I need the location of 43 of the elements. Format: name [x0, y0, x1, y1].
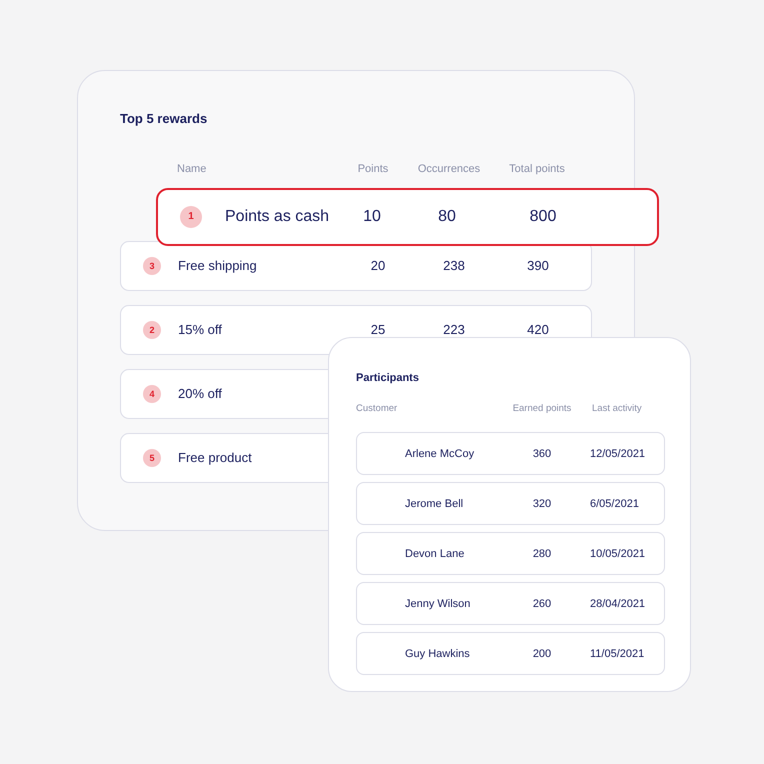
earned-points-cell-text: 360	[532, 446, 552, 460]
reward-name: 20% off	[178, 386, 223, 402]
reward-name: Free product	[178, 450, 253, 466]
rank-badge: 3	[143, 257, 161, 275]
reward-name: Points as cash	[225, 209, 330, 225]
total-points-cell-text: 390	[526, 258, 550, 274]
customer-name: Jerome Bell	[405, 496, 464, 510]
points-cell-text: 10	[362, 209, 382, 225]
rank-badge: 1	[180, 206, 202, 228]
column-header: Total points	[509, 163, 565, 175]
customer-name: Arlene McCoy	[405, 446, 476, 460]
earned-points-cell-text: 200	[532, 646, 552, 660]
earned-points-cell-text: 320	[532, 496, 552, 510]
column-header: Customer	[356, 403, 398, 414]
column-header: Earned points	[512, 403, 572, 414]
column-header: Last activity	[592, 403, 642, 414]
last-activity-cell: 6/05/2021	[590, 496, 639, 510]
card-title: Top 5 rewards	[120, 111, 208, 127]
customer-name: Jenny Wilson	[405, 596, 472, 610]
card-title: Participants	[356, 371, 419, 385]
occurrences-cell-text: 80	[437, 209, 457, 225]
points-cell-text: 25	[370, 322, 386, 338]
occurrences-cell-text: 223	[442, 322, 466, 338]
column-header: Points	[358, 163, 388, 175]
occurrences-cell-text: 238	[442, 258, 466, 274]
column-header: Name	[177, 163, 206, 175]
rank-badge: 4	[143, 385, 161, 403]
last-activity-cell: 11/05/2021	[590, 646, 644, 660]
points-cell-text: 20	[370, 258, 386, 274]
last-activity-cell: 10/05/2021	[590, 546, 646, 560]
rank-badge: 2	[143, 321, 161, 339]
reward-name: Free shipping	[178, 258, 258, 274]
last-activity-cell: 12/05/2021	[590, 446, 646, 460]
last-activity-cell: 28/04/2021	[590, 596, 646, 610]
earned-points-cell-text: 280	[532, 546, 552, 560]
column-header: Occurrences	[418, 163, 480, 175]
customer-name: Guy Hawkins	[405, 646, 471, 660]
customer-name: Devon Lane	[405, 546, 466, 560]
total-points-cell-text: 420	[526, 322, 550, 338]
total-points-cell-text: 800	[528, 209, 558, 225]
earned-points-cell-text: 260	[532, 596, 552, 610]
rank-badge: 5	[143, 449, 161, 467]
reward-name: 15% off	[178, 322, 223, 338]
